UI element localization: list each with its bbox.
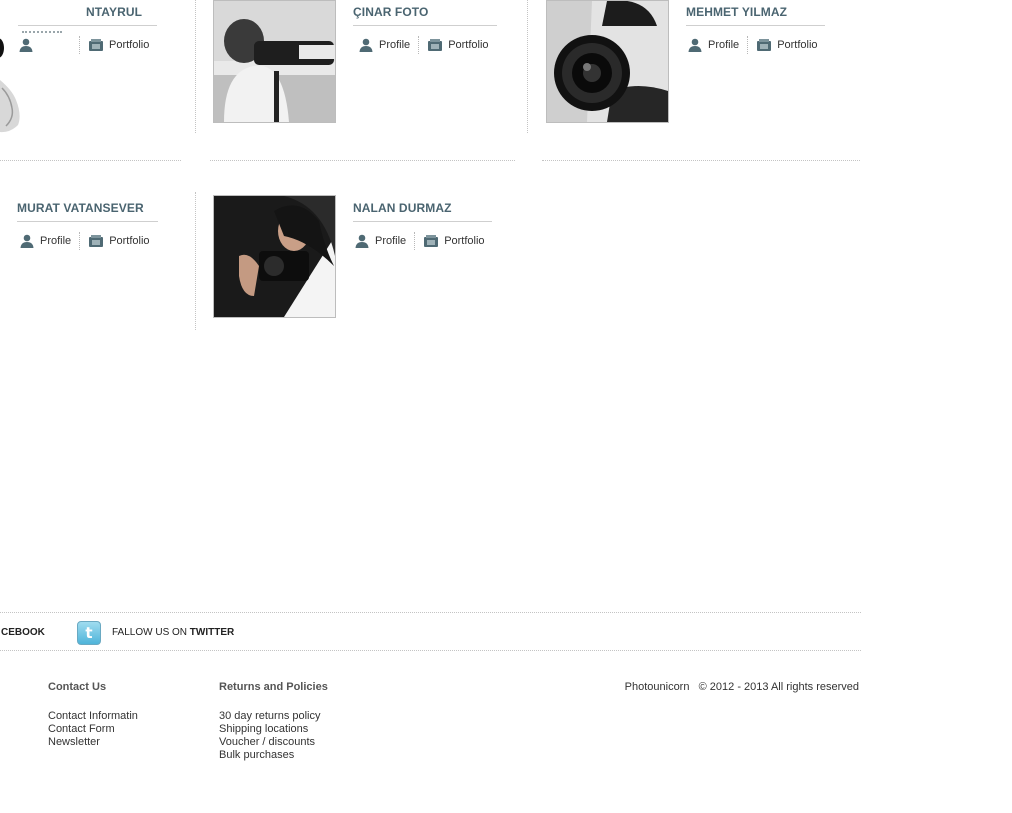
profile-label: Profile [708,39,740,51]
copyright-text: © 2012 - 2013 All rights reserved [698,681,859,693]
profile-link[interactable] [18,38,71,52]
footer-link[interactable]: Newsletter [48,736,138,749]
divider [414,232,416,250]
profile-link[interactable]: Profile [19,234,71,248]
photographer-photo[interactable] [213,0,336,123]
portfolio-label: Portfolio [109,235,150,247]
divider [418,36,420,54]
photographer-name[interactable]: MEHMET YILMAZ [686,5,787,19]
contact-heading: Contact Us [48,681,107,693]
portfolio-link[interactable]: Portfolio [427,38,489,52]
portfolio-icon [88,38,104,52]
portfolio-label: Portfolio [777,39,818,51]
portfolio-icon [423,234,439,248]
social-bar-bottom-rule [0,650,861,651]
copyright: Photounicorn © 2012 - 2013 All rights re… [625,681,859,693]
brand-name: Photounicorn [624,681,690,693]
photographer-name[interactable]: ÇINAR FOTO [353,5,428,19]
footer-link[interactable]: Bulk purchases [219,749,321,762]
portfolio-label: Portfolio [448,39,489,51]
profile-label: Profile [40,235,72,247]
footer-link[interactable]: 30 day returns policy [219,710,321,723]
twitter-label: TWITTER [189,627,235,638]
column-divider [195,0,196,133]
portfolio-link[interactable]: Portfolio [423,234,485,248]
photographer-name[interactable]: MURAT VATANSEVER [17,201,144,215]
card-links: Portfolio [18,36,149,54]
photographer-photo[interactable] [546,0,669,123]
card-links: Profile Portfolio [358,36,489,54]
row-separator [0,160,181,161]
name-underline [686,25,825,26]
photo-partial-left[interactable] [0,0,24,135]
footer-link[interactable]: Contact Form [48,723,138,736]
profile-label: Profile [375,235,407,247]
user-icon [358,38,374,52]
portfolio-label: Portfolio [109,39,150,51]
card-links: Profile Portfolio [19,232,150,250]
portfolio-icon [756,38,772,52]
returns-heading: Returns and Policies [219,681,328,693]
social-bar-top-rule [0,612,861,613]
photographer-name[interactable]: NTAYRUL [86,5,142,19]
name-underline [17,221,158,222]
name-underline [18,25,157,26]
profile-link[interactable]: Profile [358,38,410,52]
name-underline [353,25,497,26]
footer-link[interactable]: Shipping locations [219,723,321,736]
profile-link[interactable]: Profile [354,234,406,248]
portfolio-icon [88,234,104,248]
photographer-photo[interactable] [213,195,336,318]
portfolio-label: Portfolio [444,235,485,247]
profile-link[interactable]: Profile [687,38,739,52]
user-icon [687,38,703,52]
footer-link[interactable]: Contact Informatin [48,710,138,723]
returns-links: 30 day returns policy Shipping locations… [219,710,321,762]
tiny-caption [22,31,62,33]
footer-link[interactable]: Voucher / discounts [219,736,321,749]
twitter-icon[interactable]: t [77,621,101,645]
divider [79,232,81,250]
card-links: Profile Portfolio [354,232,485,250]
user-icon [354,234,370,248]
column-divider [527,0,528,133]
portfolio-icon [427,38,443,52]
facebook-link[interactable]: CEBOOK [1,627,45,638]
twitter-prefix: FALLOW US ON [112,627,188,638]
card-links: Profile Portfolio [687,36,818,54]
portfolio-link[interactable]: Portfolio [88,38,149,52]
column-divider [195,192,196,330]
twitter-link[interactable]: FALLOW US ON TWITTER [112,627,234,638]
divider [747,36,749,54]
portfolio-link[interactable]: Portfolio [756,38,818,52]
photographer-name[interactable]: NALAN DURMAZ [353,201,452,215]
contact-links: Contact Informatin Contact Form Newslett… [48,710,138,749]
divider [79,36,80,54]
name-underline [353,221,492,222]
user-icon [18,38,34,52]
row-separator [542,160,860,161]
profile-label: Profile [379,39,411,51]
row-separator [210,160,515,161]
portfolio-link[interactable]: Portfolio [88,234,150,248]
user-icon [19,234,35,248]
